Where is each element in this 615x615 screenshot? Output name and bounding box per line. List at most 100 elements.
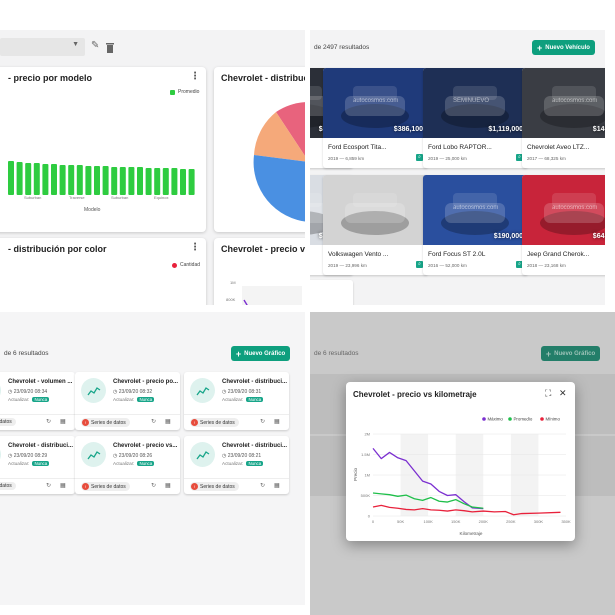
series-chip[interactable]: Series de datos xyxy=(0,482,16,490)
vehicle-card[interactable]: autocosmos.com $190,000 Ford Focus ST 2.0L… xyxy=(423,175,528,275)
delete-icon[interactable] xyxy=(106,40,114,53)
photo-watermark: autocosmos.com xyxy=(552,205,598,211)
vehicle-price: $190,000 xyxy=(493,233,523,240)
refresh-icon[interactable]: ↻ xyxy=(46,482,51,489)
zoom-icon[interactable]: ⌕ xyxy=(416,154,423,161)
result-count: de 6 resultados xyxy=(4,350,49,357)
edit-icon[interactable]: ✎ xyxy=(91,40,99,51)
update-label: Actualizar: xyxy=(8,397,30,402)
new-chart-button[interactable]: + Nuevo Gráfico xyxy=(231,346,290,361)
legend-label: Promedio xyxy=(514,417,533,422)
y-tick: 500K xyxy=(361,493,371,498)
vehicle-card[interactable]: autocosmos.com $641,000 Jeep Grand Cherok.… xyxy=(522,175,605,275)
saved-chart-title: Chevrolet - distribuci... xyxy=(222,379,288,385)
chart-icon xyxy=(190,378,215,403)
saved-chart-title: Chevrolet - volumen ... xyxy=(8,379,73,385)
bar xyxy=(102,166,109,195)
dashboard-select[interactable]: ▼ xyxy=(0,38,85,56)
saved-charts-panel: de 6 resultados + Nuevo Gráfico Chevrole… xyxy=(0,312,305,605)
saved-chart-date-value: 23/09/20 08:26 xyxy=(118,453,153,459)
refresh-icon[interactable]: ↻ xyxy=(151,482,156,489)
plus-icon: + xyxy=(537,42,543,53)
series-chip[interactable]: ! Series de datos xyxy=(190,482,239,491)
saved-chart-card[interactable]: Chevrolet - precio vs... ◷ 23/09/20 08:26… xyxy=(75,436,180,494)
vehicle-card[interactable]: on 1.6Lkm⌕ xyxy=(310,280,353,305)
x-tick: 100K xyxy=(423,519,433,524)
update-value-badge: Nunca xyxy=(32,397,50,402)
x-tick: 0 xyxy=(372,519,375,524)
bar xyxy=(128,167,135,195)
x-tick: 50K xyxy=(397,519,404,524)
refresh-icon[interactable]: ↻ xyxy=(151,418,156,425)
saved-chart-card[interactable]: Chevrolet - distribuci... ◷ 23/09/20 08:3… xyxy=(184,372,289,430)
chevron-down-icon: ▼ xyxy=(72,41,79,48)
series-chip[interactable]: ! Series de datos xyxy=(81,418,130,427)
update-schedule: Actualizar: Nunca xyxy=(113,461,155,466)
bar xyxy=(68,165,75,195)
bar-chart xyxy=(8,161,195,195)
saved-chart-date-value: 23/09/20 08:32 xyxy=(118,389,153,395)
saved-chart-card[interactable]: Chevrolet - distribuci... ◷ 23/09/20 08:2… xyxy=(0,436,75,494)
saved-chart-title: Chevrolet - distribuci... xyxy=(8,443,74,449)
vehicle-meta: 2016 — 52,000 km xyxy=(428,263,467,268)
chart-card-price-vs-km: Chevrolet - precio vs k 1M 800K xyxy=(214,238,305,305)
update-schedule: Actualizar: Nunca xyxy=(8,461,50,466)
y-tick: 0 xyxy=(368,514,371,519)
legend-label: Mínimo xyxy=(546,417,561,422)
series-chip[interactable]: ! Series de datos xyxy=(190,418,239,427)
vehicle-price: $145,000 xyxy=(592,126,605,133)
saved-chart-date-value: 23/09/20 08:29 xyxy=(13,453,48,459)
table-icon[interactable]: ▦ xyxy=(165,482,171,489)
vehicle-card[interactable]: Volkswagen Vento ... 2019 — 23,996 km ⌕ xyxy=(323,175,428,275)
bar xyxy=(188,169,195,195)
chart-icon xyxy=(0,442,1,467)
bar xyxy=(16,162,23,195)
saved-chart-card[interactable]: Chevrolet - precio po... ◷ 23/09/20 08:32… xyxy=(75,372,180,430)
new-vehicle-button[interactable]: + Nuevo Vehículo xyxy=(532,40,595,55)
vehicle-card[interactable]: autocosmos.com $386,100 Ford Ecosport Tita… xyxy=(323,68,428,168)
series-chip[interactable]: ! Series de datos xyxy=(81,482,130,491)
alert-icon: ! xyxy=(191,483,198,490)
vehicle-card[interactable]: autocosmos.com $145,000 Chevrolet Aveo LTZ… xyxy=(522,68,605,168)
saved-chart-date-value: 23/09/20 08:21 xyxy=(227,453,262,459)
bar xyxy=(25,163,32,195)
table-icon[interactable]: ▦ xyxy=(274,418,280,425)
chart-legend: Cantidad xyxy=(172,262,200,268)
refresh-icon[interactable]: ↻ xyxy=(260,482,265,489)
update-schedule: Actualizar: Nunca xyxy=(113,397,155,402)
table-icon[interactable]: ▦ xyxy=(165,418,171,425)
more-options-icon[interactable]: ⋮ xyxy=(190,242,200,253)
saved-chart-date: ◷ 23/09/20 08:31 xyxy=(222,389,261,395)
photo-watermark: autocosmos.com xyxy=(453,205,499,211)
zoom-icon[interactable]: ⌕ xyxy=(416,261,423,268)
bar xyxy=(85,166,92,195)
update-value-badge: Nunca xyxy=(137,397,155,402)
saved-chart-date: ◷ 23/09/20 08:34 xyxy=(8,389,47,395)
table-icon[interactable]: ▦ xyxy=(60,418,66,425)
chart-icon xyxy=(0,378,1,403)
bar xyxy=(171,168,178,195)
saved-chart-card[interactable]: Chevrolet - distribuci... ◷ 23/09/20 08:2… xyxy=(184,436,289,494)
series-chip[interactable]: Series de datos xyxy=(0,418,16,426)
bar xyxy=(8,161,14,195)
vehicle-name: Jeep Grand Cherok... xyxy=(527,251,590,258)
update-value-badge: Nunca xyxy=(137,461,155,466)
y-tick: 1M xyxy=(364,473,370,478)
vehicle-meta: 2019 — 25,000 km xyxy=(428,156,467,161)
table-icon[interactable]: ▦ xyxy=(60,482,66,489)
update-label: Actualizar: xyxy=(222,461,244,466)
plus-icon: + xyxy=(235,348,242,359)
x-tick: Suburban xyxy=(24,195,42,200)
x-tick: Traverse xyxy=(69,195,85,200)
vehicle-card[interactable]: SEMINUEVO $1,119,000 Ford Lobo RAPTOR... 20… xyxy=(423,68,528,168)
table-icon[interactable]: ▦ xyxy=(274,482,280,489)
price-vs-km-chart: 0 500K 1M 1.5M 2M 0 50K 100K 150K 200K 250K 300K 350… xyxy=(353,417,571,537)
refresh-icon[interactable]: ↻ xyxy=(260,418,265,425)
chart-dialog-panel: de 6 resultados + Nuevo Gráfico Chevrole… xyxy=(310,312,615,615)
bar xyxy=(119,167,126,195)
bar xyxy=(145,168,152,195)
saved-chart-card[interactable]: Chevrolet - volumen ... ◷ 23/09/20 08:34 A… xyxy=(0,372,75,430)
refresh-icon[interactable]: ↻ xyxy=(46,418,51,425)
bar xyxy=(59,165,66,195)
update-label: Actualizar: xyxy=(8,461,30,466)
